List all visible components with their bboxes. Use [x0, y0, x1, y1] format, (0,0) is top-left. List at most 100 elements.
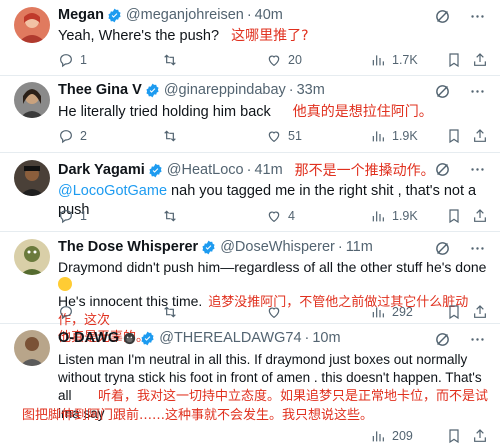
timestamp[interactable]: 33m [297, 82, 325, 98]
like-count: 4 [288, 209, 295, 223]
views-button[interactable]: 1.9K [370, 128, 418, 144]
like-count: 51 [288, 129, 302, 143]
retweet-button[interactable] [162, 208, 184, 224]
display-name[interactable]: Megan [58, 7, 104, 23]
share-icon [474, 429, 486, 442]
more-icon[interactable] [469, 240, 486, 257]
tweet-top-icons [434, 8, 486, 25]
share-icon [474, 305, 486, 318]
timestamp[interactable]: 40m [255, 7, 283, 23]
retweet-button[interactable] [162, 52, 184, 68]
avatar[interactable] [14, 239, 50, 275]
like-button[interactable]: 20 [266, 52, 302, 68]
tweet-actions: 1 20 1.7K [58, 52, 490, 70]
retweet-button[interactable] [162, 128, 184, 144]
share-button[interactable] [472, 128, 488, 144]
retweet-button[interactable] [162, 304, 184, 320]
separator-dot: · [337, 239, 343, 255]
bookmark-icon [449, 129, 459, 144]
handle[interactable]: @ginareppindabay [164, 82, 286, 98]
separator-dot: · [288, 82, 294, 98]
like-icon [268, 211, 280, 223]
bookmark-button[interactable] [446, 428, 462, 444]
reply-button[interactable] [58, 304, 80, 320]
like-button[interactable]: 51 [266, 128, 302, 144]
grok-icon[interactable] [434, 161, 451, 178]
more-icon[interactable] [469, 83, 486, 100]
views-icon [372, 131, 384, 142]
reply-button[interactable]: 1 [58, 208, 87, 224]
verified-icon [149, 163, 162, 177]
more-icon[interactable] [469, 8, 486, 25]
tweet-text-line: Listen man I'm neutral in all this. If d… [58, 352, 468, 367]
display-name[interactable]: O-DAWG [58, 330, 119, 346]
tweet-gina[interactable]: Thee Gina V @ginareppindabay · 33m He li… [0, 76, 500, 153]
handle[interactable]: @meganjohreisen [126, 7, 244, 23]
handle[interactable]: @HeatLoco [167, 162, 244, 178]
display-name[interactable]: Thee Gina V [58, 82, 142, 98]
timestamp[interactable]: 11m [346, 239, 373, 255]
timestamp[interactable]: 10m [312, 330, 340, 346]
reply-button[interactable]: 2 [58, 128, 87, 144]
tweet-o-dawg[interactable]: O-DAWG @THEREALDAWG74 · 10m Listen man I… [0, 324, 500, 444]
views-button[interactable]: 1.9K [370, 208, 418, 224]
gorilla-emoji-icon [124, 332, 136, 344]
verified-icon [108, 8, 121, 22]
views-count: 1.9K [392, 209, 418, 223]
reply-button[interactable]: 1 [58, 52, 87, 68]
tweet-top-icons [434, 331, 486, 348]
bookmark-button[interactable] [446, 208, 462, 224]
grok-icon[interactable] [434, 83, 451, 100]
grok-icon[interactable] [434, 331, 451, 348]
retweet-icon [164, 130, 176, 142]
retweet-icon [164, 306, 176, 318]
display-name[interactable]: The Dose Whisperer [58, 239, 198, 255]
like-icon [268, 55, 280, 67]
tweet-dark-yagami[interactable]: Dark Yagami @HeatLoco · 41m 那不是一个推搡动作。 @… [0, 153, 500, 232]
avatar[interactable] [14, 82, 50, 118]
translation-annotation: 他真的是想拉住阿门。 [292, 104, 433, 120]
translation-annotation: 这哪里推了? [231, 28, 309, 44]
bookmark-button[interactable] [446, 304, 462, 320]
grok-icon[interactable] [434, 8, 451, 25]
handle[interactable]: @DoseWhisperer [220, 239, 335, 255]
tweet-text: He literally tried holding him back 他真的是… [58, 103, 490, 122]
tweet-top-icons [434, 83, 486, 100]
more-icon[interactable] [469, 161, 486, 178]
like-button[interactable]: 4 [266, 208, 295, 224]
translation-annotation-line2: 图把脚伸到阿门跟前……这种事就不会发生。我只想说这些。 [22, 408, 374, 423]
views-button[interactable]: 1.7K [370, 52, 418, 68]
display-name[interactable]: Dark Yagami [58, 162, 145, 178]
views-count: 292 [392, 305, 413, 319]
views-icon [372, 431, 384, 442]
reply-count: 2 [80, 129, 87, 143]
views-button[interactable]: 292 [370, 304, 413, 320]
timestamp[interactable]: 41m [254, 162, 282, 178]
avatar[interactable] [14, 160, 50, 196]
separator-dot: · [304, 330, 310, 346]
bookmark-button[interactable] [446, 128, 462, 144]
grok-icon[interactable] [434, 240, 451, 257]
tweet-actions: 209 [58, 428, 490, 446]
share-button[interactable] [472, 304, 488, 320]
verified-icon [202, 240, 215, 254]
share-icon [474, 129, 486, 142]
share-button[interactable] [472, 52, 488, 68]
tweet-header: Thee Gina V @ginareppindabay · 33m [58, 82, 325, 98]
more-icon[interactable] [469, 331, 486, 348]
bookmark-icon [449, 305, 459, 320]
bookmark-button[interactable] [446, 52, 462, 68]
like-button[interactable] [266, 304, 288, 320]
views-button[interactable]: 209 [370, 428, 413, 444]
handle[interactable]: @THEREALDAWG74 [159, 330, 301, 346]
tweet-actions: 292 [58, 304, 490, 322]
reply-icon [60, 210, 72, 224]
retweet-icon [164, 210, 176, 222]
tweet-text-content: He literally tried holding him back [58, 104, 271, 120]
tweet-megan[interactable]: Megan @meganjohreisen · 40m Yeah, Where'… [0, 0, 500, 76]
tweet-dose-whisperer[interactable]: The Dose Whisperer @DoseWhisperer · 11m … [0, 232, 500, 345]
share-button[interactable] [472, 208, 488, 224]
mention-link[interactable]: @LocoGotGame [58, 183, 167, 199]
share-button[interactable] [472, 428, 488, 444]
avatar[interactable] [14, 7, 50, 43]
